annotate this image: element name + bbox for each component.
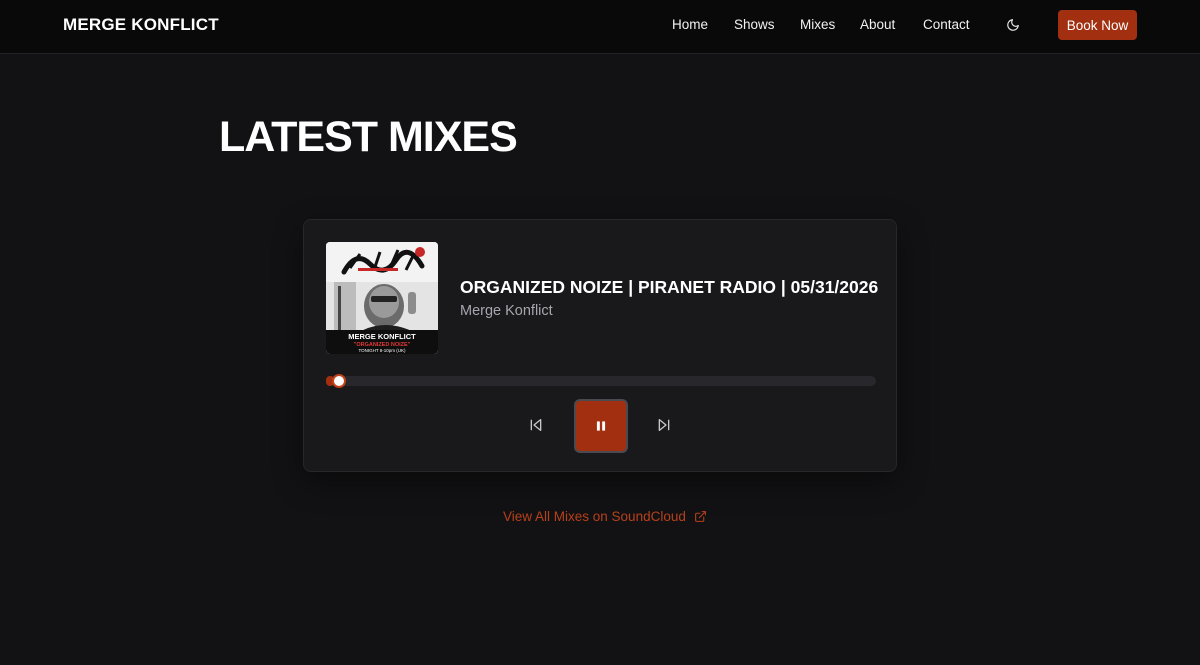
nav-about[interactable]: About <box>860 17 895 32</box>
pause-icon <box>596 421 606 431</box>
external-link-icon <box>694 511 706 522</box>
page: MERGE KONFLICT Home Shows Mixes About Co… <box>0 0 1200 665</box>
progress-bar[interactable] <box>326 374 876 388</box>
track-artist: Merge Konflict <box>460 303 553 319</box>
skip-forward-icon <box>658 419 670 431</box>
nav-home[interactable]: Home <box>672 17 708 32</box>
pause-button[interactable] <box>576 401 626 451</box>
nav-mixes[interactable]: Mixes <box>800 17 835 32</box>
progress-thumb[interactable] <box>332 374 347 388</box>
book-now-button[interactable]: Book Now <box>1058 10 1137 40</box>
mix-player: MERGE KONFLICT "ORGANIZED NOIZE" TONIGHT… <box>303 219 897 472</box>
theme-toggle[interactable] <box>1003 15 1023 35</box>
moon-icon <box>1007 19 1019 31</box>
soundcloud-link[interactable]: View All Mixes on SoundCloud <box>503 509 707 524</box>
section-title: LATEST MIXES <box>219 113 518 161</box>
next-track-button[interactable] <box>654 415 674 435</box>
site-header: MERGE KONFLICT Home Shows Mixes About Co… <box>0 0 1200 54</box>
soundcloud-link-label: View All Mixes on SoundCloud <box>503 509 686 524</box>
artwork-image: MERGE KONFLICT "ORGANIZED NOIZE" TONIGHT… <box>326 242 438 354</box>
skip-back-icon <box>530 419 542 431</box>
track-title: ORGANIZED NOIZE | PIRANET RADIO | 05/31/… <box>460 277 879 297</box>
nav-contact[interactable]: Contact <box>923 17 970 32</box>
artwork-name: MERGE KONFLICT <box>348 332 416 341</box>
previous-track-button[interactable] <box>526 415 546 435</box>
brand-logo[interactable]: MERGE KONFLICT <box>63 15 219 35</box>
album-artwork: MERGE KONFLICT "ORGANIZED NOIZE" TONIGHT… <box>326 242 438 354</box>
nav-shows[interactable]: Shows <box>734 17 775 32</box>
artwork-time: TONIGHT 8-10pm (UK) <box>358 348 406 353</box>
